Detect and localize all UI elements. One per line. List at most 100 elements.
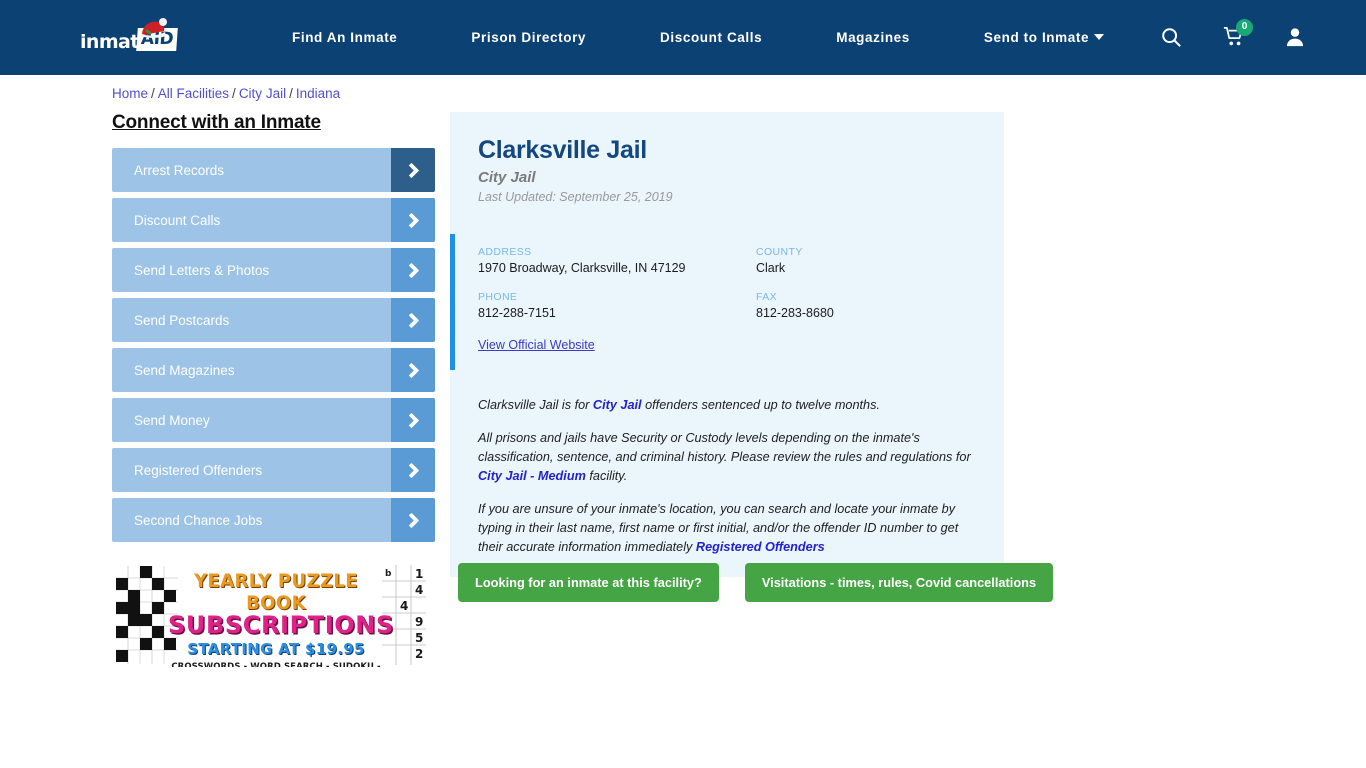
address-value: 1970 Broadway, Clarksville, IN 47129 bbox=[478, 261, 686, 275]
desc-text: Clarksville Jail is for bbox=[478, 398, 593, 412]
svg-text:2: 2 bbox=[415, 647, 423, 661]
ad-text-block: YEARLY PUZZLE BOOK SUBSCRIPTIONS STARTIN… bbox=[168, 569, 394, 667]
chevron-down-icon bbox=[1094, 34, 1105, 40]
nav-label: Magazines bbox=[836, 30, 910, 45]
registered-offenders-link[interactable]: Registered Offenders bbox=[696, 540, 825, 554]
main-navigation: Find An Inmate Prison Directory Discount… bbox=[255, 0, 1141, 75]
user-account-icon[interactable] bbox=[1284, 26, 1306, 50]
nav-item-send-to-inmate[interactable]: Send to Inmate bbox=[947, 30, 1141, 45]
sidebar-item-label: Send Magazines bbox=[134, 362, 235, 378]
county-label: COUNTY bbox=[756, 246, 803, 258]
ad-price-text: STARTING AT $19.95 bbox=[187, 640, 365, 658]
phone-label: PHONE bbox=[478, 291, 518, 303]
breadcrumb: Home / All Facilities / City Jail / Indiana bbox=[112, 86, 340, 101]
santa-hat-icon bbox=[141, 18, 167, 38]
sidebar-item-label: Registered Offenders bbox=[134, 462, 263, 478]
ad-headline-2: SUBSCRIPTIONS bbox=[168, 611, 394, 639]
sidebar-item-label: Send Postcards bbox=[134, 312, 230, 328]
desc-text: All prisons and jails have Security or C… bbox=[478, 431, 971, 464]
nav-label: Prison Directory bbox=[471, 30, 587, 45]
nav-item-prison-directory[interactable]: Prison Directory bbox=[434, 30, 623, 45]
sidebar-item-label: Second Chance Jobs bbox=[134, 512, 263, 528]
breadcrumb-item-indiana[interactable]: Indiana bbox=[296, 86, 340, 101]
svg-text:1: 1 bbox=[415, 567, 423, 581]
search-icon[interactable] bbox=[1160, 26, 1182, 50]
shopping-cart-icon[interactable]: 0 bbox=[1222, 18, 1253, 50]
description-paragraph-1: Clarksville Jail is for City Jail offend… bbox=[478, 396, 976, 415]
phone-field: PHONE 812-288-7151 bbox=[478, 291, 756, 320]
nav-item-find-an-inmate[interactable]: Find An Inmate bbox=[255, 30, 434, 45]
nav-label: Find An Inmate bbox=[292, 30, 398, 45]
puzzle-book-ad-banner[interactable]: 14 49 52 b YEARLY PUZZLE BOOK SUBSCRIPTI… bbox=[112, 563, 428, 667]
nav-item-magazines[interactable]: Magazines bbox=[799, 30, 947, 45]
sidebar-item-label: Discount Calls bbox=[134, 212, 221, 228]
phone-value: 812-288-7151 bbox=[478, 306, 556, 320]
description-paragraph-3: If you are unsure of your inmate's locat… bbox=[478, 500, 976, 557]
svg-text:4: 4 bbox=[415, 583, 423, 597]
city-jail-medium-link[interactable]: City Jail - Medium bbox=[478, 469, 586, 483]
sidebar-item-registered-offenders[interactable]: Registered Offenders bbox=[112, 448, 435, 492]
chevron-right-icon[interactable] bbox=[391, 248, 435, 292]
chevron-right-icon[interactable] bbox=[391, 448, 435, 492]
chevron-right-icon[interactable] bbox=[391, 498, 435, 542]
chevron-right-icon[interactable] bbox=[391, 148, 435, 192]
breadcrumb-item-home[interactable]: Home bbox=[112, 86, 148, 101]
sidebar-item-label: Send Letters & Photos bbox=[134, 262, 270, 278]
sidebar-item-send-postcards[interactable]: Send Postcards bbox=[112, 298, 435, 342]
facility-contact-block: ADDRESS 1970 Broadway, Clarksville, IN 4… bbox=[450, 234, 1004, 370]
sidebar-item-list: Arrest Records Discount Calls Send Lette… bbox=[112, 148, 435, 542]
desc-text: facility. bbox=[585, 469, 628, 483]
county-field: COUNTY Clark bbox=[756, 246, 976, 275]
svg-text:4: 4 bbox=[400, 599, 408, 613]
ad-categories-text: CROSSWORDS - WORD SEARCH - SUDOKU - BRAI… bbox=[171, 662, 381, 667]
chevron-right-icon[interactable] bbox=[391, 398, 435, 442]
nav-label: Discount Calls bbox=[660, 30, 763, 45]
cart-count-badge: 0 bbox=[1236, 18, 1253, 36]
ad-headline-1: YEARLY PUZZLE BOOK bbox=[194, 569, 358, 615]
address-field: ADDRESS 1970 Broadway, Clarksville, IN 4… bbox=[478, 246, 756, 275]
view-official-website-link[interactable]: View Official Website bbox=[478, 338, 595, 352]
sidebar-item-discount-calls[interactable]: Discount Calls bbox=[112, 198, 435, 242]
county-value: Clark bbox=[756, 261, 786, 275]
sidebar-item-second-chance-jobs[interactable]: Second Chance Jobs bbox=[112, 498, 435, 542]
breadcrumb-separator: / bbox=[289, 86, 293, 101]
description-paragraph-2: All prisons and jails have Security or C… bbox=[478, 429, 976, 486]
sidebar: Connect with an Inmate Arrest Records Di… bbox=[112, 112, 435, 542]
facility-description: Clarksville Jail is for City Jail offend… bbox=[450, 396, 1004, 557]
chevron-right-icon[interactable] bbox=[391, 198, 435, 242]
fax-field: FAX 812-283-8680 bbox=[756, 291, 976, 320]
facility-info-card: Clarksville Jail City Jail Last Updated:… bbox=[450, 112, 1004, 577]
looking-for-inmate-button[interactable]: Looking for an inmate at this facility? bbox=[458, 563, 719, 602]
facility-name: Clarksville Jail bbox=[478, 136, 647, 164]
city-jail-link[interactable]: City Jail bbox=[593, 398, 642, 412]
header-icon-group: 0 bbox=[1160, 0, 1306, 75]
facility-type: City Jail bbox=[478, 169, 536, 186]
breadcrumb-separator: / bbox=[232, 86, 236, 101]
fax-label: FAX bbox=[756, 291, 778, 303]
svg-text:b: b bbox=[385, 569, 392, 579]
sidebar-item-label: Arrest Records bbox=[134, 162, 225, 178]
desc-text: offenders sentenced up to twelve months. bbox=[641, 398, 880, 412]
facility-card-header: Clarksville Jail City Jail Last Updated:… bbox=[450, 136, 1004, 204]
sidebar-item-arrest-records[interactable]: Arrest Records bbox=[112, 148, 435, 192]
facility-last-updated: Last Updated: September 25, 2019 bbox=[478, 190, 673, 204]
chevron-right-icon[interactable] bbox=[391, 348, 435, 392]
visitations-button[interactable]: Visitations - times, rules, Covid cancel… bbox=[744, 563, 1054, 602]
sidebar-item-label: Send Money bbox=[134, 412, 210, 428]
sidebar-item-send-letters-photos[interactable]: Send Letters & Photos bbox=[112, 248, 435, 292]
site-logo[interactable]: inmate AID bbox=[80, 18, 190, 56]
breadcrumb-separator: / bbox=[151, 86, 155, 101]
sidebar-item-send-money[interactable]: Send Money bbox=[112, 398, 435, 442]
breadcrumb-item-all-facilities[interactable]: All Facilities bbox=[158, 86, 229, 101]
chevron-right-icon[interactable] bbox=[391, 298, 435, 342]
cta-button-row: Looking for an inmate at this facility? … bbox=[458, 563, 1054, 602]
address-label: ADDRESS bbox=[478, 246, 532, 258]
site-header: inmate AID Find An Inmate Prison Directo… bbox=[0, 0, 1366, 75]
sidebar-item-send-magazines[interactable]: Send Magazines bbox=[112, 348, 435, 392]
nav-label: Send to Inmate bbox=[983, 30, 1090, 45]
nav-item-discount-calls[interactable]: Discount Calls bbox=[623, 30, 799, 45]
svg-text:5: 5 bbox=[415, 631, 423, 645]
fax-value: 812-283-8680 bbox=[756, 306, 834, 320]
svg-text:9: 9 bbox=[415, 615, 423, 629]
breadcrumb-item-city-jail[interactable]: City Jail bbox=[239, 86, 286, 101]
